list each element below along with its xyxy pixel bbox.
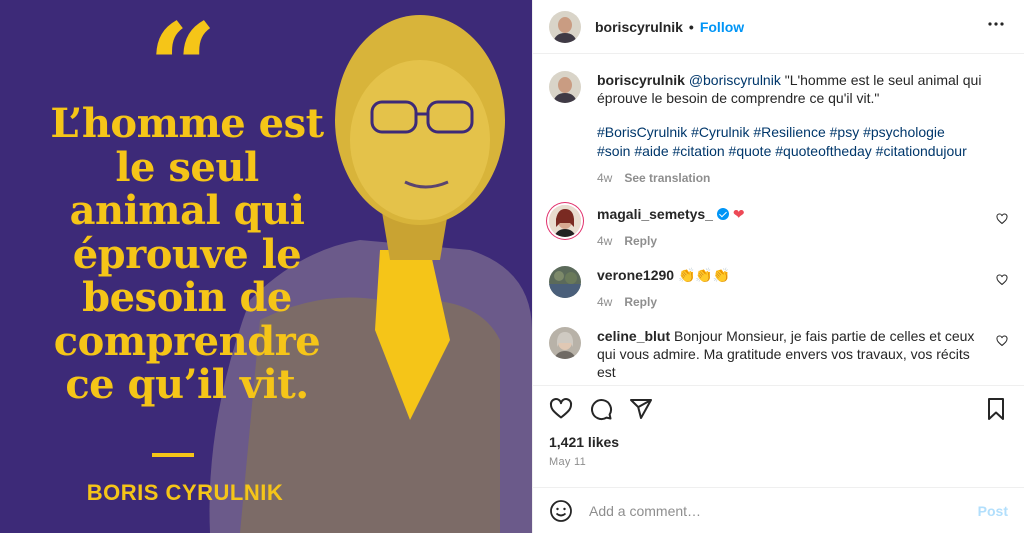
bookmark-icon[interactable] xyxy=(984,397,1008,421)
post-image[interactable]: “ L’homme est le seul animal qui éprouve… xyxy=(0,0,532,533)
smiley-icon[interactable] xyxy=(549,499,573,523)
comment-username[interactable]: magali_semetys_ xyxy=(597,206,713,222)
author-divider xyxy=(152,453,194,457)
avatar[interactable] xyxy=(549,266,581,298)
separator: • xyxy=(688,18,694,35)
quote-line: L’homme est xyxy=(50,100,324,147)
comment-input[interactable] xyxy=(589,502,978,519)
comment: verone1290 👏👏👏 4w Reply xyxy=(549,266,1008,309)
quote-line: besoin de xyxy=(82,274,292,321)
post-button[interactable]: Post xyxy=(978,503,1008,519)
author-name: BORIS CYRULNIK xyxy=(86,480,284,505)
comment: magali_semetys_ ❤ 4w Reply xyxy=(549,205,1008,248)
header-username[interactable]: boriscyrulnik xyxy=(595,19,683,35)
caption-hashtags[interactable]: #BorisCyrulnik #Cyrulnik #Resilience #ps… xyxy=(597,123,982,161)
quote-line: comprendre xyxy=(53,317,321,365)
avatar[interactable] xyxy=(549,327,581,359)
quote-line: éprouve le xyxy=(72,230,302,278)
post-date[interactable]: May 11 xyxy=(549,456,586,468)
avatar[interactable] xyxy=(549,10,581,43)
caption-text: boriscyrulnik @boriscyrulnik "L'homme es… xyxy=(597,71,982,107)
quote-line: animal qui xyxy=(69,187,305,234)
like-count[interactable]: 1,421 likes xyxy=(549,434,619,450)
comment-icon[interactable] xyxy=(589,397,613,421)
action-bar xyxy=(533,385,1024,431)
share-icon[interactable] xyxy=(629,397,653,421)
avatar[interactable] xyxy=(549,205,581,237)
comment-text: magali_semetys_ ❤ xyxy=(597,205,982,224)
comments-scroll[interactable]: boriscyrulnik @boriscyrulnik "L'homme es… xyxy=(533,55,1024,385)
caption-mention[interactable]: @boriscyrulnik xyxy=(689,72,781,88)
see-translation-button[interactable]: See translation xyxy=(624,171,710,185)
post-panel: boriscyrulnik • Follow boriscyrulnik @bo… xyxy=(532,0,1024,533)
like-comment-icon[interactable] xyxy=(996,213,1008,225)
heart-icon[interactable] xyxy=(549,397,573,421)
reply-button[interactable]: Reply xyxy=(624,295,657,309)
comment-username[interactable]: verone1290 xyxy=(597,267,674,283)
comment: celine_blut Bonjour Monsieur, je fais pa… xyxy=(549,327,1008,381)
like-comment-icon[interactable] xyxy=(996,274,1008,286)
follow-button[interactable]: Follow xyxy=(700,19,744,35)
reply-button[interactable]: Reply xyxy=(624,234,657,248)
comment-time[interactable]: 4w xyxy=(597,234,612,248)
add-comment-bar: Post xyxy=(533,487,1024,533)
comment-meta: 4w Reply xyxy=(597,234,982,248)
comment-emoji: ❤ xyxy=(732,207,745,223)
comment-emoji: 👏👏👏 xyxy=(677,268,731,284)
verified-badge-icon xyxy=(716,208,729,220)
comment-time[interactable]: 4w xyxy=(597,295,612,309)
like-comment-icon[interactable] xyxy=(996,335,1008,347)
quote-line: ce qu’il vit. xyxy=(65,361,309,408)
more-options-icon[interactable] xyxy=(984,12,1008,41)
caption-time[interactable]: 4w xyxy=(597,171,612,185)
comment-meta: 4w Reply xyxy=(597,295,982,309)
quote-line: le seul xyxy=(115,143,259,191)
post-header: boriscyrulnik • Follow xyxy=(533,0,1024,54)
comment-username[interactable]: celine_blut xyxy=(597,328,670,344)
comment-text: celine_blut Bonjour Monsieur, je fais pa… xyxy=(597,327,982,381)
caption: boriscyrulnik @boriscyrulnik "L'homme es… xyxy=(549,71,1008,185)
comment-text: verone1290 👏👏👏 xyxy=(597,266,982,285)
quote-text: L’homme est le seul animal qui éprouve l… xyxy=(22,102,352,407)
caption-meta: 4w See translation xyxy=(597,171,982,185)
caption-username[interactable]: boriscyrulnik xyxy=(597,72,685,88)
avatar[interactable] xyxy=(549,71,581,103)
